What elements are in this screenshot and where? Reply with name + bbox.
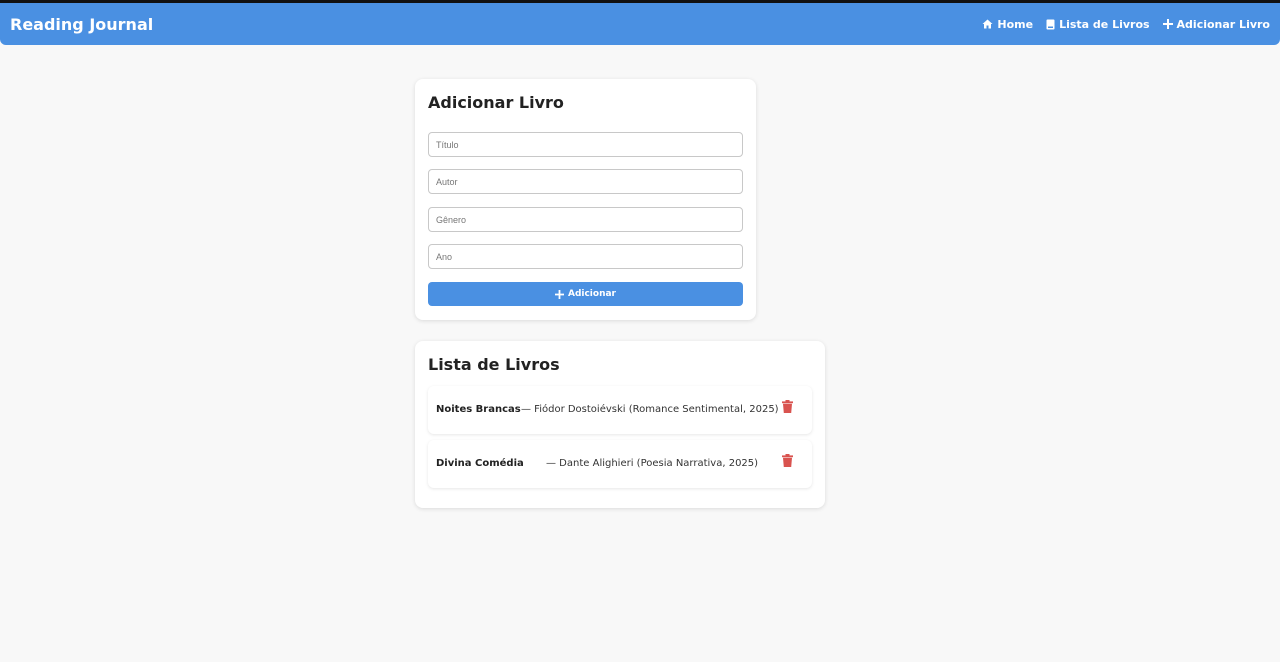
trash-icon [782,400,793,413]
add-book-heading: Adicionar Livro [428,93,564,112]
plus-icon [1162,19,1173,29]
plus-icon [554,289,564,299]
nav-link-book-list[interactable]: Lista de Livros [1046,17,1150,31]
nav-links: Home Lista de Livros Adicionar Livro [982,18,1270,31]
delete-book-button[interactable] [782,454,793,470]
book-details: — Dante Alighieri (Poesia Narrativa, 202… [546,458,759,469]
add-button[interactable]: Adicionar [428,282,743,306]
book-list-item: Divina Comédia — Dante Alighieri (Poesia… [428,440,812,488]
trash-icon [782,454,793,467]
brand-title[interactable]: Reading Journal [10,15,153,34]
book-list-card: Lista de Livros Noites Brancas — Fiódor … [415,341,825,508]
genre-input[interactable] [428,207,743,232]
author-input[interactable] [428,169,743,194]
book-title: Divina Comédia [436,458,524,469]
year-input[interactable] [428,244,743,269]
book-list-item: Noites Brancas — Fiódor Dostoiévski (Rom… [428,386,812,434]
add-book-card: Adicionar Livro Adicionar [415,79,756,320]
nav-link-label: Lista de Livros [1059,17,1150,31]
nav-link-add-book[interactable]: Adicionar Livro [1162,17,1270,31]
book-title: Noites Brancas [436,404,521,415]
book-details: — Fiódor Dostoiévski (Romance Sentimenta… [521,404,779,415]
home-icon [982,19,993,29]
nav-link-label: Home [997,17,1034,31]
title-input[interactable] [428,132,743,157]
delete-book-button[interactable] [782,400,793,416]
add-button-label: Adicionar [567,289,616,299]
book-icon [1046,19,1055,29]
book-list-heading: Lista de Livros [428,355,560,374]
navbar: Reading Journal Home Lista de Livros Adi… [0,3,1280,45]
nav-link-home[interactable]: Home [982,18,1033,31]
nav-link-label: Adicionar Livro [1176,17,1270,31]
